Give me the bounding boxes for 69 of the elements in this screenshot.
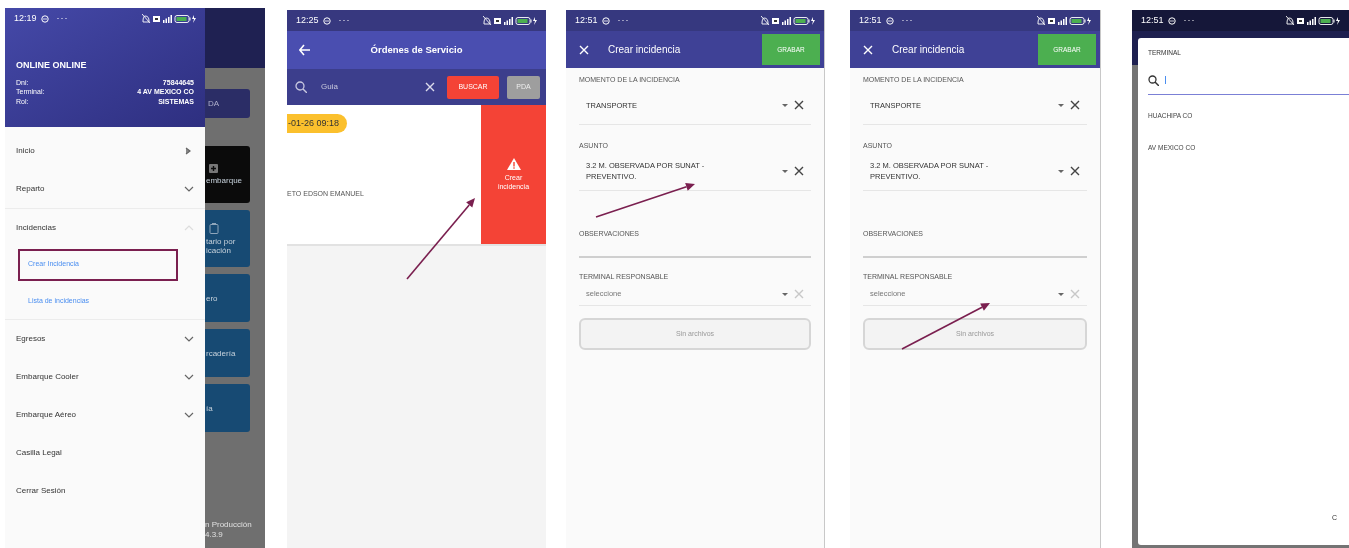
screen-title: Órdenes de Servicio <box>370 42 463 57</box>
menu-item-label: Casilla Legal <box>16 447 62 459</box>
search-icon <box>1148 74 1159 86</box>
user-name: ONLINE ONLINE <box>16 59 88 72</box>
search-field[interactable]: Guia <box>321 81 421 93</box>
notification-icon <box>601 16 610 25</box>
plus-box-icon <box>209 164 218 173</box>
overflow-dots: ··· <box>338 13 351 27</box>
date-chip: -01-26 09:18 <box>287 114 348 133</box>
notification-icon <box>885 16 894 25</box>
dropdown-caret-icon[interactable] <box>782 292 788 296</box>
search-icon <box>295 81 307 93</box>
version-text: n Producción 4.3.9 <box>205 520 253 540</box>
menu-item[interactable]: Casilla Legal <box>5 434 205 472</box>
overflow-dots: ··· <box>56 11 69 25</box>
notification-icon <box>322 16 331 25</box>
menu-item[interactable]: Embarque Cooler <box>5 358 205 396</box>
warning-icon <box>506 158 521 170</box>
overflow-dots: ··· <box>1183 13 1196 27</box>
menu-item-label: Embarque Aéreo <box>16 409 77 421</box>
menu-item-label: Cerrar Sesión <box>16 485 66 497</box>
dropdown-caret-icon[interactable] <box>1058 292 1064 296</box>
text-cursor-icon <box>1165 76 1166 85</box>
close-icon[interactable] <box>579 44 589 55</box>
tile-label: embarque <box>206 176 244 185</box>
menu-item-label: Reparto <box>16 183 45 195</box>
clear-icon[interactable] <box>1070 100 1080 110</box>
menu-item[interactable]: Embarque Aéreo <box>5 396 205 434</box>
notification-icon <box>40 14 49 23</box>
status-icons-drawing <box>761 15 815 26</box>
clipboard-icon <box>209 222 219 234</box>
menu-item-label: Inicio <box>16 145 35 157</box>
menu-item[interactable]: Inicio <box>5 132 205 170</box>
back-arrow-icon[interactable] <box>299 44 311 56</box>
status-icons-drawing <box>1037 15 1091 26</box>
status-time: 12:19 <box>14 11 37 25</box>
screen-title: Crear incidencia <box>892 43 965 57</box>
menu-item-label: Embarque Cooler <box>16 371 79 383</box>
close-icon[interactable] <box>863 44 873 55</box>
clear-icon[interactable] <box>794 100 804 110</box>
app-bar-background <box>205 8 265 68</box>
clear-icon[interactable] <box>1070 166 1080 176</box>
screen-title: Crear incidencia <box>608 43 681 57</box>
menu-item[interactable]: Cerrar Sesión <box>5 472 205 510</box>
status-icons-drawing <box>483 15 537 26</box>
status-icons-drawing <box>1286 15 1340 26</box>
tile-label: ero <box>206 293 219 303</box>
menu-item-label: Egresos <box>16 333 46 345</box>
tile-label: ía <box>206 403 214 413</box>
overflow-dots: ··· <box>901 13 914 27</box>
status-time: 12:51 <box>575 13 598 27</box>
dropdown-caret-icon[interactable] <box>1058 103 1064 107</box>
dropdown-caret-icon[interactable] <box>782 169 788 173</box>
menu-item[interactable]: Reparto <box>5 170 205 208</box>
status-time: 12:25 <box>296 13 319 27</box>
menu-item[interactable]: Egresos <box>5 320 205 358</box>
tile-label: rcadería <box>206 348 237 358</box>
overflow-dots: ··· <box>617 13 630 27</box>
dropdown-caret-icon[interactable] <box>1058 169 1064 173</box>
notification-icon <box>1167 16 1176 25</box>
menu-item-label: Incidencias <box>16 221 57 234</box>
search-field[interactable] <box>1148 72 1349 95</box>
dropdown-caret-icon[interactable] <box>782 103 788 107</box>
menu-item[interactable]: Incidencias <box>5 209 205 246</box>
tile-label: tario por icación <box>206 236 237 255</box>
status-icons-drawing <box>142 13 196 24</box>
status-time: 12:51 <box>1141 13 1164 27</box>
status-time: 12:51 <box>859 13 882 27</box>
clear-icon[interactable] <box>794 166 804 176</box>
